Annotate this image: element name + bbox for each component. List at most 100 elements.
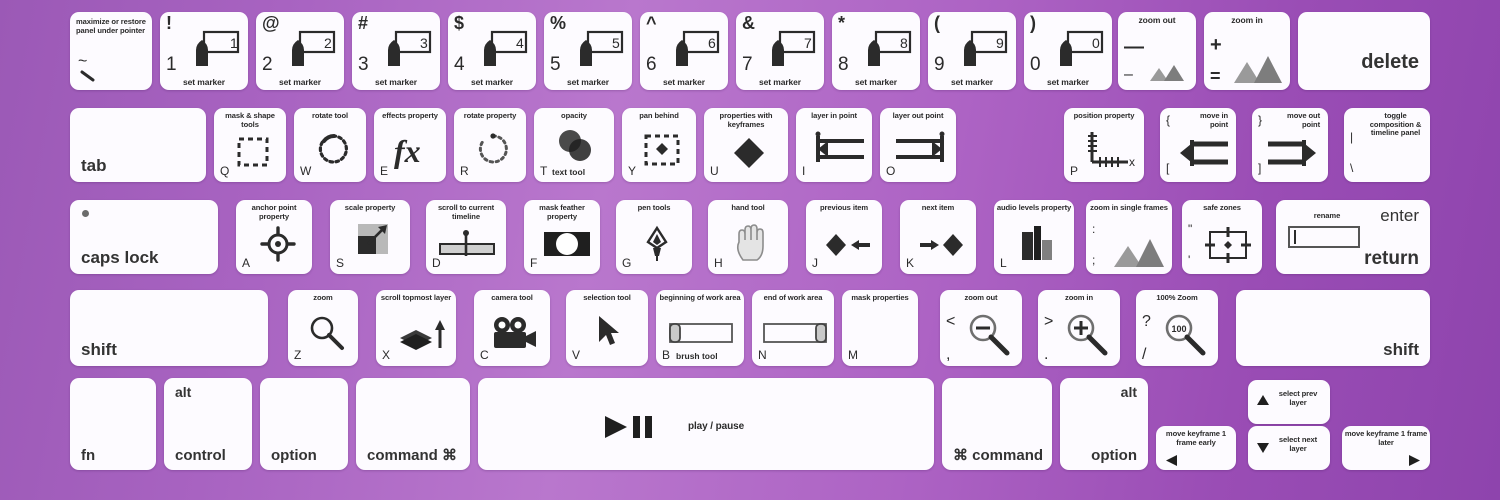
key-caption: mask feather property — [539, 203, 585, 221]
key-caption: move keyframe 1 frame early — [1165, 429, 1227, 447]
key-1[interactable]: ! 1 1 set marker — [160, 12, 248, 90]
audio-bars-icon — [1020, 224, 1054, 262]
key-n[interactable]: end of work area N — [752, 290, 834, 366]
key-9[interactable]: ( 9 9 set marker — [928, 12, 1016, 90]
key-6[interactable]: ^ 6 6 set marker — [640, 12, 728, 90]
key-legend: ~ — [78, 53, 88, 70]
key-minus[interactable]: zoom out — – — [1118, 12, 1196, 90]
key-8[interactable]: * 8 8 set marker — [832, 12, 920, 90]
key-c[interactable]: camera tool C — [474, 290, 550, 366]
key-j[interactable]: previous item J — [806, 200, 882, 274]
key-2[interactable]: @ 2 2 set marker — [256, 12, 344, 90]
key-4[interactable]: $ 4 4 set marker — [448, 12, 536, 90]
key-3[interactable]: # 3 3 set marker — [352, 12, 440, 90]
key-option-right[interactable]: alt option — [1060, 378, 1148, 470]
arrow-left-icon — [1164, 454, 1180, 467]
key-label: delete — [1361, 51, 1419, 73]
key-bracket-left[interactable]: move in point { [ — [1160, 108, 1236, 182]
key-command-left[interactable]: command ⌘ — [356, 378, 470, 470]
key-quote[interactable]: safe zones " ' — [1182, 200, 1262, 274]
key-tilde[interactable]: maximize or restore panel under pointer … — [70, 12, 152, 90]
key-x[interactable]: scroll topmost layer X — [376, 290, 456, 366]
svg-text:8: 8 — [900, 35, 908, 51]
key-s[interactable]: scale property S — [330, 200, 410, 274]
key-legend: – — [1124, 66, 1133, 83]
key-i[interactable]: layer in point I — [796, 108, 872, 182]
key-k[interactable]: next item K — [900, 200, 976, 274]
play-pause-icon — [603, 414, 659, 440]
key-legend: M — [848, 348, 858, 362]
key-equals[interactable]: zoom in + = — [1204, 12, 1290, 90]
key-backslash[interactable]: toggle composition & timeline panel | \ — [1344, 108, 1430, 182]
key-tab[interactable]: tab — [70, 108, 206, 182]
key-y[interactable]: pan behind Y — [622, 108, 696, 182]
key-shift-left[interactable]: shift — [70, 290, 268, 366]
key-caption: zoom — [313, 293, 333, 302]
key-m[interactable]: mask properties M — [842, 290, 918, 366]
key-label-enter: enter — [1380, 206, 1419, 225]
key-caption: mask properties — [851, 293, 909, 302]
key-legend: F — [530, 256, 538, 270]
key-d[interactable]: scroll to current timeline D — [426, 200, 506, 274]
key-shift-legend: ? — [1142, 313, 1151, 330]
key-caption: end of work area — [763, 293, 823, 302]
key-legend: W — [300, 164, 312, 178]
key-7[interactable]: & 7 7 set marker — [736, 12, 824, 90]
key-arrow-left[interactable]: move keyframe 1 frame early — [1156, 426, 1236, 470]
key-option-left[interactable]: option — [260, 378, 348, 470]
key-a[interactable]: anchor point property A — [236, 200, 312, 274]
key-period[interactable]: zoom in > . — [1038, 290, 1120, 366]
key-return[interactable]: enter rename return — [1276, 200, 1430, 274]
key-p[interactable]: position property P x — [1064, 108, 1144, 182]
key-shift-legend: * — [838, 13, 846, 33]
key-q[interactable]: mask & shape tools Q — [214, 108, 286, 182]
key-caption: select next layer — [1278, 435, 1318, 453]
key-caption: move in point — [1200, 111, 1228, 129]
key-shift-legend: ^ — [646, 13, 657, 33]
key-o[interactable]: layer out point O — [880, 108, 956, 182]
key-h[interactable]: hand tool H — [708, 200, 788, 274]
key-comma[interactable]: zoom out < , — [940, 290, 1022, 366]
key-b[interactable]: beginning of work area B brush tool — [656, 290, 744, 366]
key-slash[interactable]: 100% Zoom ? / 100 — [1136, 290, 1218, 366]
key-caption: set marker — [278, 76, 321, 87]
svg-text:3: 3 — [420, 35, 428, 51]
key-caption: play / pause — [688, 421, 745, 432]
move-in-point-icon — [1178, 136, 1230, 170]
key-label: shift — [81, 340, 117, 359]
scroll-timeline-icon — [438, 230, 496, 258]
key-z[interactable]: zoom Z — [288, 290, 358, 366]
key-delete[interactable]: delete — [1298, 12, 1430, 90]
key-arrow-up[interactable]: select prev layer — [1248, 380, 1330, 424]
marker-3-icon: 3 — [382, 30, 432, 70]
key-control[interactable]: alt control — [164, 378, 252, 470]
pen-tool-icon — [644, 225, 670, 262]
key-v[interactable]: selection tool V — [566, 290, 648, 366]
key-space[interactable]: play / pause — [478, 378, 934, 470]
key-legend: X — [382, 348, 391, 362]
key-bracket-right[interactable]: move out point } ] — [1252, 108, 1328, 182]
key-5[interactable]: % 5 5 set marker — [544, 12, 632, 90]
key-shift-legend: | — [1350, 130, 1354, 144]
key-l[interactable]: audio levels property L — [994, 200, 1074, 274]
key-0[interactable]: ) 0 0 set marker — [1024, 12, 1112, 90]
key-caps-lock[interactable]: caps lock — [70, 200, 218, 274]
key-caption: scroll to current timeline — [437, 203, 495, 221]
key-legend: R — [460, 164, 469, 178]
key-fn[interactable]: fn — [70, 378, 156, 470]
key-t[interactable]: opacity T text tool — [534, 108, 614, 182]
key-w[interactable]: rotate tool W — [294, 108, 366, 182]
key-r[interactable]: rotate property R — [454, 108, 526, 182]
key-shift-right[interactable]: shift — [1236, 290, 1430, 366]
key-arrow-down[interactable]: select next layer — [1248, 426, 1330, 470]
key-semicolon[interactable]: zoom in single frames : ; — [1086, 200, 1172, 274]
key-arrow-right[interactable]: move keyframe 1 frame later — [1342, 426, 1430, 470]
magnifier-plus-icon — [1064, 312, 1110, 356]
key-label-alt: alt — [175, 384, 192, 400]
key-f[interactable]: mask feather property F — [524, 200, 600, 274]
key-u[interactable]: properties with keyframes U — [704, 108, 788, 182]
key-e[interactable]: effects property E fx — [374, 108, 446, 182]
key-g[interactable]: pen tools G — [616, 200, 692, 274]
key-shift-legend: @ — [262, 13, 280, 33]
key-command-right[interactable]: ⌘ command — [942, 378, 1052, 470]
